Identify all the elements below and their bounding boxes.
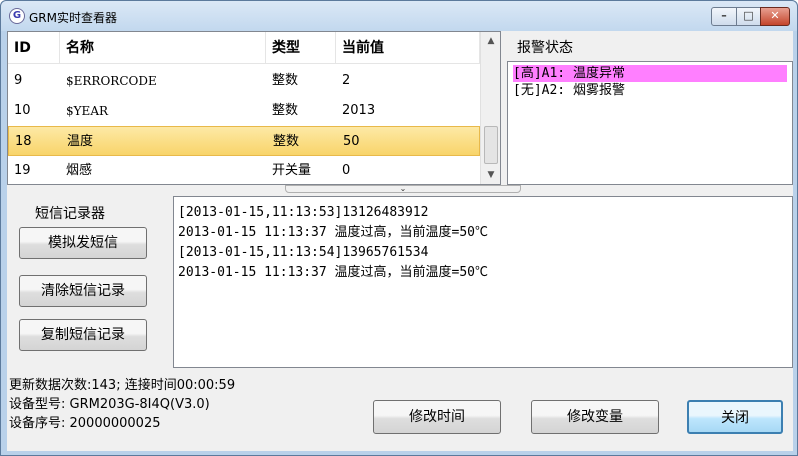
cell-value: 2013 bbox=[342, 103, 376, 118]
column-header-value[interactable]: 当前值 bbox=[336, 32, 480, 64]
table-row-selected[interactable]: 18 温度 整数 50 bbox=[8, 126, 480, 156]
maximize-button[interactable]: □ bbox=[736, 7, 761, 26]
minimize-button[interactable]: – bbox=[711, 7, 737, 26]
scroll-up-icon[interactable]: ▲ bbox=[481, 32, 501, 50]
cell-type: 整数 bbox=[272, 103, 299, 118]
table-row[interactable]: 19 烟感 开关量 0 bbox=[8, 156, 480, 186]
title-bar[interactable]: G GRM实时查看器 – □ ✕ bbox=[1, 1, 797, 31]
cell-type: 开关量 bbox=[272, 163, 312, 178]
sms-log-line: [2013-01-15,11:13:53]13126483912 bbox=[178, 205, 429, 220]
client-area: ID 名称 类型 当前值 9 $ERRORCODE 整数 2 10 $YEAR … bbox=[7, 31, 793, 451]
cell-id: 9 bbox=[14, 73, 23, 88]
sms-log-line: 2013-01-15 11:13:37 温度过高，当前温度=50℃ bbox=[178, 265, 489, 280]
cell-type: 整数 bbox=[272, 73, 299, 88]
cell-name: $ERRORCODE bbox=[66, 74, 157, 88]
cell-value: 0 bbox=[342, 163, 351, 178]
scroll-down-icon[interactable]: ▼ bbox=[481, 166, 501, 184]
alarm-status-label: 报警状态 bbox=[517, 40, 573, 56]
simulate-sms-button[interactable]: 模拟发短信 bbox=[19, 227, 147, 259]
table-row[interactable]: 10 $YEAR 整数 2013 bbox=[8, 96, 480, 126]
cell-name: 温度 bbox=[67, 134, 94, 149]
close-button[interactable]: 关闭 bbox=[687, 400, 783, 434]
table-scrollbar[interactable]: ▲ ▼ bbox=[480, 32, 500, 184]
cell-id: 10 bbox=[14, 103, 31, 118]
main-window: G GRM实时查看器 – □ ✕ ID 名称 类型 当前值 9 $ERRORCO… bbox=[0, 0, 798, 456]
window-title: GRM实时查看器 bbox=[29, 11, 117, 25]
column-header-id[interactable]: ID bbox=[8, 32, 60, 64]
sms-log-line: [2013-01-15,11:13:54]13965761534 bbox=[178, 245, 429, 260]
app-logo-icon: G bbox=[9, 8, 25, 24]
cell-type: 整数 bbox=[273, 134, 300, 149]
alarm-status-list[interactable]: [高]A1: 温度异常 [无]A2: 烟雾报警 bbox=[507, 61, 793, 185]
column-header-type[interactable]: 类型 bbox=[266, 32, 336, 64]
scrollbar-thumb[interactable] bbox=[484, 126, 498, 164]
cell-id: 19 bbox=[14, 163, 31, 178]
cell-value: 50 bbox=[343, 134, 360, 149]
table-row[interactable]: 9 $ERRORCODE 整数 2 bbox=[8, 66, 480, 96]
cell-value: 2 bbox=[342, 73, 351, 88]
close-window-button[interactable]: ✕ bbox=[760, 7, 790, 26]
table-header: ID 名称 类型 当前值 bbox=[8, 32, 480, 64]
cell-name: $YEAR bbox=[66, 104, 109, 118]
column-header-name[interactable]: 名称 bbox=[60, 32, 266, 64]
modify-time-button[interactable]: 修改时间 bbox=[373, 400, 501, 434]
cell-id: 18 bbox=[15, 134, 32, 149]
cell-name: 烟感 bbox=[66, 163, 93, 178]
alarm-item[interactable]: [高]A1: 温度异常 bbox=[513, 65, 787, 82]
alarm-item[interactable]: [无]A2: 烟雾报警 bbox=[513, 82, 787, 99]
sms-log-line: 2013-01-15 11:13:37 温度过高，当前温度=50℃ bbox=[178, 225, 489, 240]
sms-log-textbox[interactable]: [2013-01-15,11:13:53]13126483912 2013-01… bbox=[173, 196, 793, 368]
splitter-handle[interactable]: ⌄ bbox=[285, 185, 521, 193]
sms-recorder-label: 短信记录器 bbox=[35, 206, 105, 222]
copy-sms-log-button[interactable]: 复制短信记录 bbox=[19, 319, 147, 351]
device-model-text: 设备型号: GRM203G-8I4Q(V3.0) bbox=[9, 397, 210, 412]
clear-sms-log-button[interactable]: 清除短信记录 bbox=[19, 275, 147, 307]
update-status-text: 更新数据次数:143; 连接时间00:00:59 bbox=[9, 378, 236, 393]
modify-variable-button[interactable]: 修改变量 bbox=[531, 400, 659, 434]
variable-table[interactable]: ID 名称 类型 当前值 9 $ERRORCODE 整数 2 10 $YEAR … bbox=[7, 31, 501, 185]
device-serial-text: 设备序号: 20000000025 bbox=[9, 416, 161, 431]
